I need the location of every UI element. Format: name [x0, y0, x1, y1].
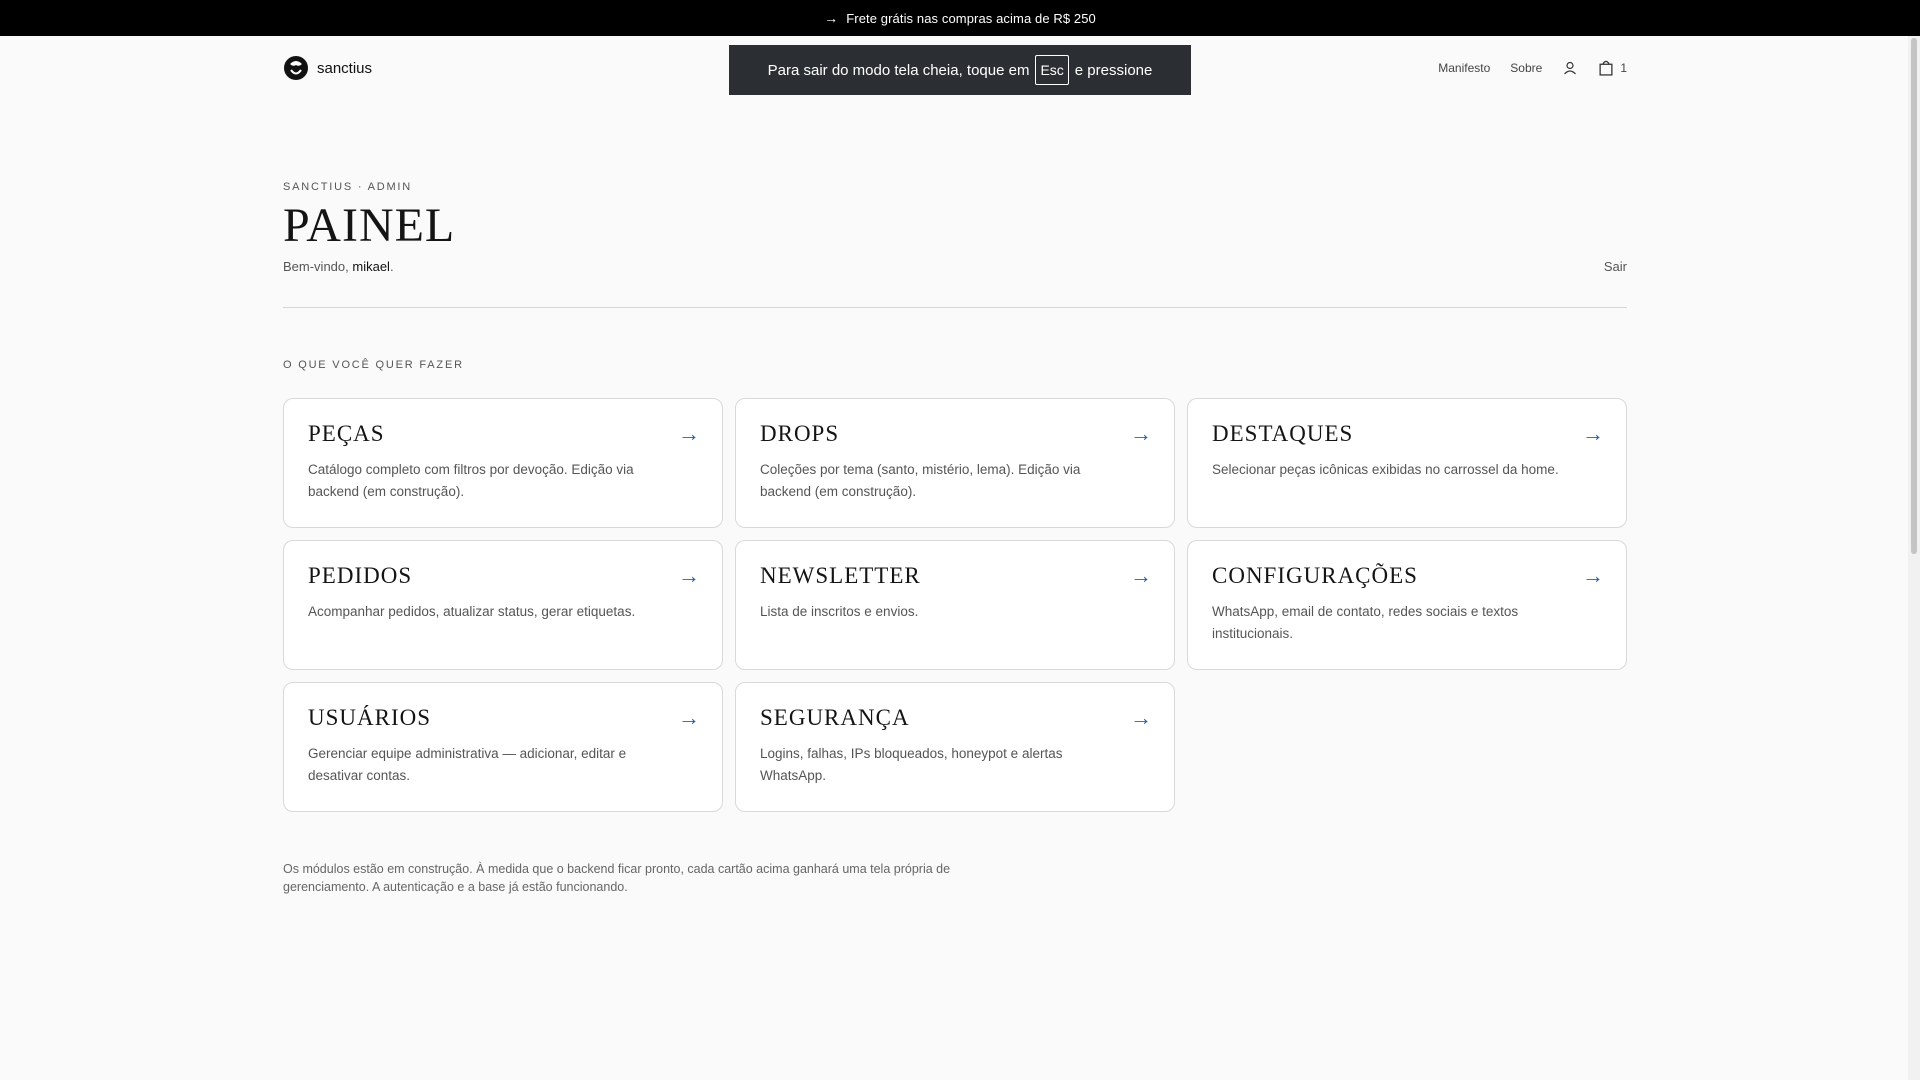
section-label: O QUE VOCÊ QUER FAZER	[283, 359, 464, 371]
card-title: PEÇAS	[308, 421, 385, 446]
card-description: Acompanhar pedidos, atualizar status, ge…	[308, 604, 636, 619]
top-nav: Manifesto Sobre 1	[1438, 60, 1627, 76]
card-title: PEDIDOS	[308, 563, 413, 588]
fullscreen-exit-toast: Para sair do modo tela cheia, toque em E…	[729, 45, 1191, 95]
arrow-right-icon: →	[678, 421, 700, 446]
logout-link[interactable]: Sair	[1604, 259, 1627, 274]
arrow-right-icon: →	[678, 705, 700, 730]
card-title: DESTAQUES	[1212, 421, 1354, 446]
module-card-pecas[interactable]: PEÇAS → Catálogo completo com filtros po…	[283, 398, 723, 528]
page-eyebrow: SANCTIUS · ADMIN	[283, 181, 413, 193]
welcome-suffix: .	[389, 259, 394, 274]
arrow-right-icon: →	[824, 10, 839, 26]
announcement-text: Frete grátis nas compras acima de R$ 250	[846, 10, 1096, 26]
brand-name: sanctius	[317, 59, 373, 77]
nav-link-sobre[interactable]: Sobre	[1510, 61, 1542, 75]
cart-button[interactable]: 1	[1598, 60, 1627, 76]
card-description: WhatsApp, email de contato, redes sociai…	[1212, 604, 1519, 641]
welcome-message: Bem-vindo, mikael.	[283, 259, 394, 274]
card-description: Catálogo completo com filtros por devoçã…	[308, 462, 634, 499]
module-card-drops[interactable]: DROPS → Coleções por tema (santo, mistér…	[735, 398, 1175, 528]
arrow-right-icon: →	[1130, 421, 1152, 446]
page-scrollbar[interactable]	[1908, 36, 1920, 1080]
nav-link-manifesto[interactable]: Manifesto	[1438, 61, 1490, 75]
arrow-right-icon: →	[1582, 563, 1604, 588]
card-description: Gerenciar equipe administrativa — adicio…	[308, 746, 627, 783]
card-title: NEWSLETTER	[760, 563, 921, 588]
card-title: CONFIGURAÇÕES	[1212, 563, 1418, 588]
card-title: SEGURANÇA	[760, 705, 910, 730]
arrow-right-icon: →	[1582, 421, 1604, 446]
module-card-destaques[interactable]: DESTAQUES → Selecionar peças icônicas ex…	[1187, 398, 1627, 528]
toast-text-before: Para sair do modo tela cheia, toque em	[767, 61, 1030, 79]
brand-link[interactable]: sanctius	[283, 55, 372, 81]
toast-text-after: e pressione	[1074, 61, 1153, 79]
welcome-prefix: Bem-vindo,	[283, 259, 349, 274]
divider	[283, 307, 1627, 308]
card-description: Coleções por tema (santo, mistério, lema…	[760, 462, 1081, 499]
construction-footnote: Os módulos estão em construção. À medida…	[283, 862, 951, 894]
card-title: USUÁRIOS	[308, 705, 432, 730]
arrow-right-icon: →	[678, 563, 700, 588]
module-card-configuracoes[interactable]: CONFIGURAÇÕES → WhatsApp, email de conta…	[1187, 540, 1627, 670]
module-card-pedidos[interactable]: PEDIDOS → Acompanhar pedidos, atualizar …	[283, 540, 723, 670]
scrollbar-thumb[interactable]	[1911, 38, 1917, 554]
module-card-usuarios[interactable]: USUÁRIOS → Gerenciar equipe administrati…	[283, 682, 723, 812]
admin-modules-grid: PEÇAS → Catálogo completo com filtros po…	[283, 398, 1627, 812]
card-description: Selecionar peças icônicas exibidas no ca…	[1212, 462, 1559, 477]
arrow-right-icon: →	[1130, 705, 1152, 730]
card-description: Lista de inscritos e envios.	[760, 604, 919, 619]
card-title: DROPS	[760, 421, 840, 446]
brand-logo-icon	[284, 56, 308, 80]
module-card-newsletter[interactable]: NEWSLETTER → Lista de inscritos e envios…	[735, 540, 1175, 670]
username: mikael	[352, 259, 390, 274]
arrow-right-icon: →	[1130, 563, 1152, 588]
module-card-seguranca[interactable]: SEGURANÇA → Logins, falhas, IPs bloquead…	[735, 682, 1175, 812]
card-description: Logins, falhas, IPs bloqueados, honeypot…	[760, 746, 1063, 783]
announcement-bar: → Frete grátis nas compras acima de R$ 2…	[0, 0, 1920, 36]
page-title: PAINEL	[283, 199, 456, 252]
esc-key-badge: Esc	[1035, 55, 1069, 85]
shopping-bag-icon	[1599, 60, 1613, 76]
user-icon[interactable]	[1562, 60, 1578, 76]
cart-count: 1	[1620, 61, 1627, 75]
